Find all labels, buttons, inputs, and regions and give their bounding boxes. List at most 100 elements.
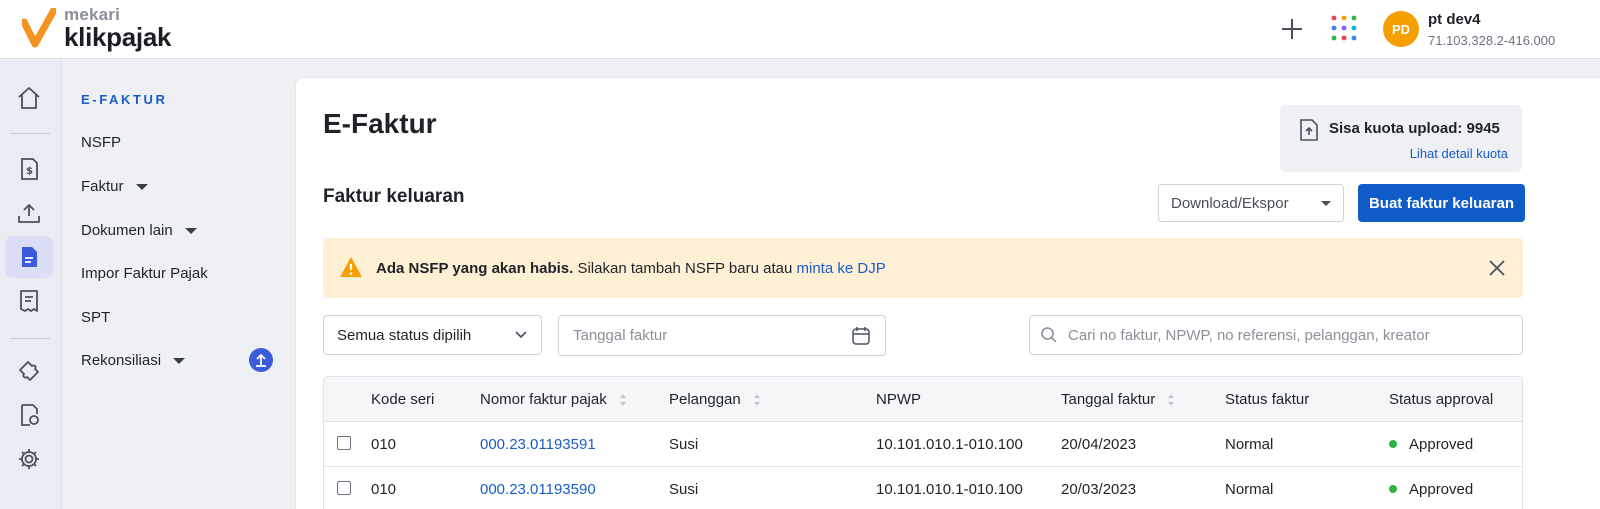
subnav-item-dokumen-lain[interactable]: Dokumen lain [81,222,197,239]
top-bar: mekari klikpajak PD pt dev4 71.103.328.2… [0,0,1600,59]
column-npwp: NPWP [876,391,921,408]
invoice-table: Kode seri Nomor faktur pajak Pelanggan N… [323,376,1523,509]
subnav-item-label: Faktur [81,178,124,195]
subnav-item-rekonsiliasi[interactable]: Rekonsiliasi [81,352,186,369]
table-row[interactable]: 010 000.23.01193590 Susi 10.101.010.1-01… [324,467,1522,509]
file-upload-icon [1300,119,1318,141]
subnav-item-faktur[interactable]: Faktur [81,178,148,195]
invoice-dollar-icon: $ [21,158,38,180]
user-name[interactable]: pt dev4 [1428,11,1481,28]
rail-home[interactable] [5,77,53,119]
rail-divider [10,338,50,339]
subnav-item-label: Rekonsiliasi [81,352,162,369]
search-placeholder: Cari no faktur, NPWP, no referensi, pela… [1068,326,1430,344]
row-checkbox[interactable] [337,436,351,450]
date-filter-placeholder: Tanggal faktur [573,327,668,344]
cell-npwp: 10.101.010.1-010.100 [876,481,1023,498]
cell-status-approval: Approved [1389,481,1473,498]
status-dot-icon [1389,440,1397,449]
quota-detail-link[interactable]: Lihat detail kuota [1410,146,1508,161]
request-djp-link[interactable]: minta ke DJP [797,260,886,277]
download-export-select[interactable]: Download/Ekspor [1158,184,1344,222]
create-invoice-button[interactable]: Buat faktur keluaran [1358,184,1525,222]
sort-icon[interactable] [753,392,761,408]
subnav-item-label: Dokumen lain [81,222,173,239]
caret-down-icon [173,357,186,364]
subnav-item-impor-faktur[interactable]: Impor Faktur Pajak [81,265,208,282]
app-grid-icon[interactable] [1330,14,1358,42]
cell-nomor-faktur-link[interactable]: 000.23.01193590 [480,481,596,498]
avatar[interactable]: PD [1383,11,1419,47]
cell-tanggal: 20/03/2023 [1061,481,1137,498]
report-settings-icon [21,404,39,426]
klikpajak-logo[interactable]: mekari klikpajak [22,6,171,50]
search-input[interactable]: Cari no faktur, NPWP, no referensi, pela… [1029,315,1523,355]
table-header: Kode seri Nomor faktur pajak Pelanggan N… [324,377,1522,422]
puzzle-icon [19,361,39,381]
rail-upload[interactable] [5,192,53,234]
status-filter-select[interactable]: Semua status dipilih [323,315,542,355]
subnav-item-label: SPT [81,309,111,326]
subnav-item-label: Impor Faktur Pajak [81,265,208,282]
upload-arrow-icon [256,353,266,367]
svg-text:$: $ [26,166,33,177]
logo-product: klikpajak [64,22,172,52]
column-tanggal-faktur[interactable]: Tanggal faktur [1061,391,1175,408]
date-filter-input[interactable]: Tanggal faktur [558,315,886,356]
rail-receipt[interactable] [5,280,53,322]
sort-icon[interactable] [1167,392,1175,408]
alert-bold-text: Ada NSFP yang akan habis. [376,260,574,277]
cell-status-faktur: Normal [1225,481,1274,498]
caret-down-icon [184,227,197,234]
plus-icon[interactable] [1280,17,1304,41]
warning-icon [340,257,362,277]
home-icon [18,87,40,109]
rail-report[interactable] [5,394,53,436]
subnav-item-spt[interactable]: SPT [81,309,110,326]
subnav-item-label: NSFP [81,134,122,151]
search-icon [1041,327,1057,343]
checkmark-logo-icon [22,8,56,48]
caret-down-icon [1321,201,1331,206]
column-kode-seri: Kode seri [371,391,435,408]
rail-integration[interactable] [5,350,53,392]
gear-icon [19,449,39,469]
download-export-label: Download/Ekspor [1171,194,1289,212]
cell-kode-seri: 010 [371,481,397,498]
chevron-down-icon [515,331,527,339]
rail-invoice[interactable]: $ [5,148,53,190]
column-nomor-faktur[interactable]: Nomor faktur pajak [480,391,627,408]
page-title: E-Faktur [323,108,437,139]
status-dot-icon [1389,485,1397,494]
column-pelanggan[interactable]: Pelanggan [669,391,761,408]
cell-pelanggan: Susi [669,481,699,498]
caret-down-icon [135,183,148,190]
rail-divider [10,133,50,134]
upload-status-button[interactable] [249,348,273,372]
calendar-icon[interactable] [851,326,871,346]
rail-efaktur[interactable] [5,236,53,278]
main-panel: E-Faktur Sisa kuota upload: 9945 Lihat d… [295,77,1600,509]
efaktur-subnav: E-FAKTUR NSFP Faktur Dokumen lain Impor … [63,60,290,509]
column-status-faktur: Status faktur [1225,391,1310,408]
cell-status-approval: Approved [1389,436,1473,453]
cell-nomor-faktur-link[interactable]: 000.23.01193591 [480,436,596,453]
upload-quota-box: Sisa kuota upload: 9945 Lihat detail kuo… [1280,105,1522,172]
column-status-approval: Status approval [1389,391,1494,408]
nsfp-warning-alert: Ada NSFP yang akan habis. Silakan tambah… [323,238,1523,298]
close-icon[interactable] [1487,258,1507,278]
subnav-item-nsfp[interactable]: NSFP [81,134,121,151]
cell-npwp: 10.101.010.1-010.100 [876,436,1023,453]
icon-rail: $ [0,60,62,509]
cell-kode-seri: 010 [371,436,397,453]
sort-icon[interactable] [619,392,627,408]
logo-brand: mekari [64,5,121,24]
user-npwp: 71.103.328.2-416.000 [1428,33,1556,48]
subnav-title: E-FAKTUR [81,92,168,107]
status-filter-label: Semua status dipilih [337,326,472,344]
row-checkbox[interactable] [337,481,351,495]
upload-tray-icon [18,204,40,223]
rail-settings[interactable] [5,438,53,480]
quota-label: Sisa kuota upload: 9945 [1329,120,1500,137]
table-row[interactable]: 010 000.23.01193591 Susi 10.101.010.1-01… [324,422,1522,467]
